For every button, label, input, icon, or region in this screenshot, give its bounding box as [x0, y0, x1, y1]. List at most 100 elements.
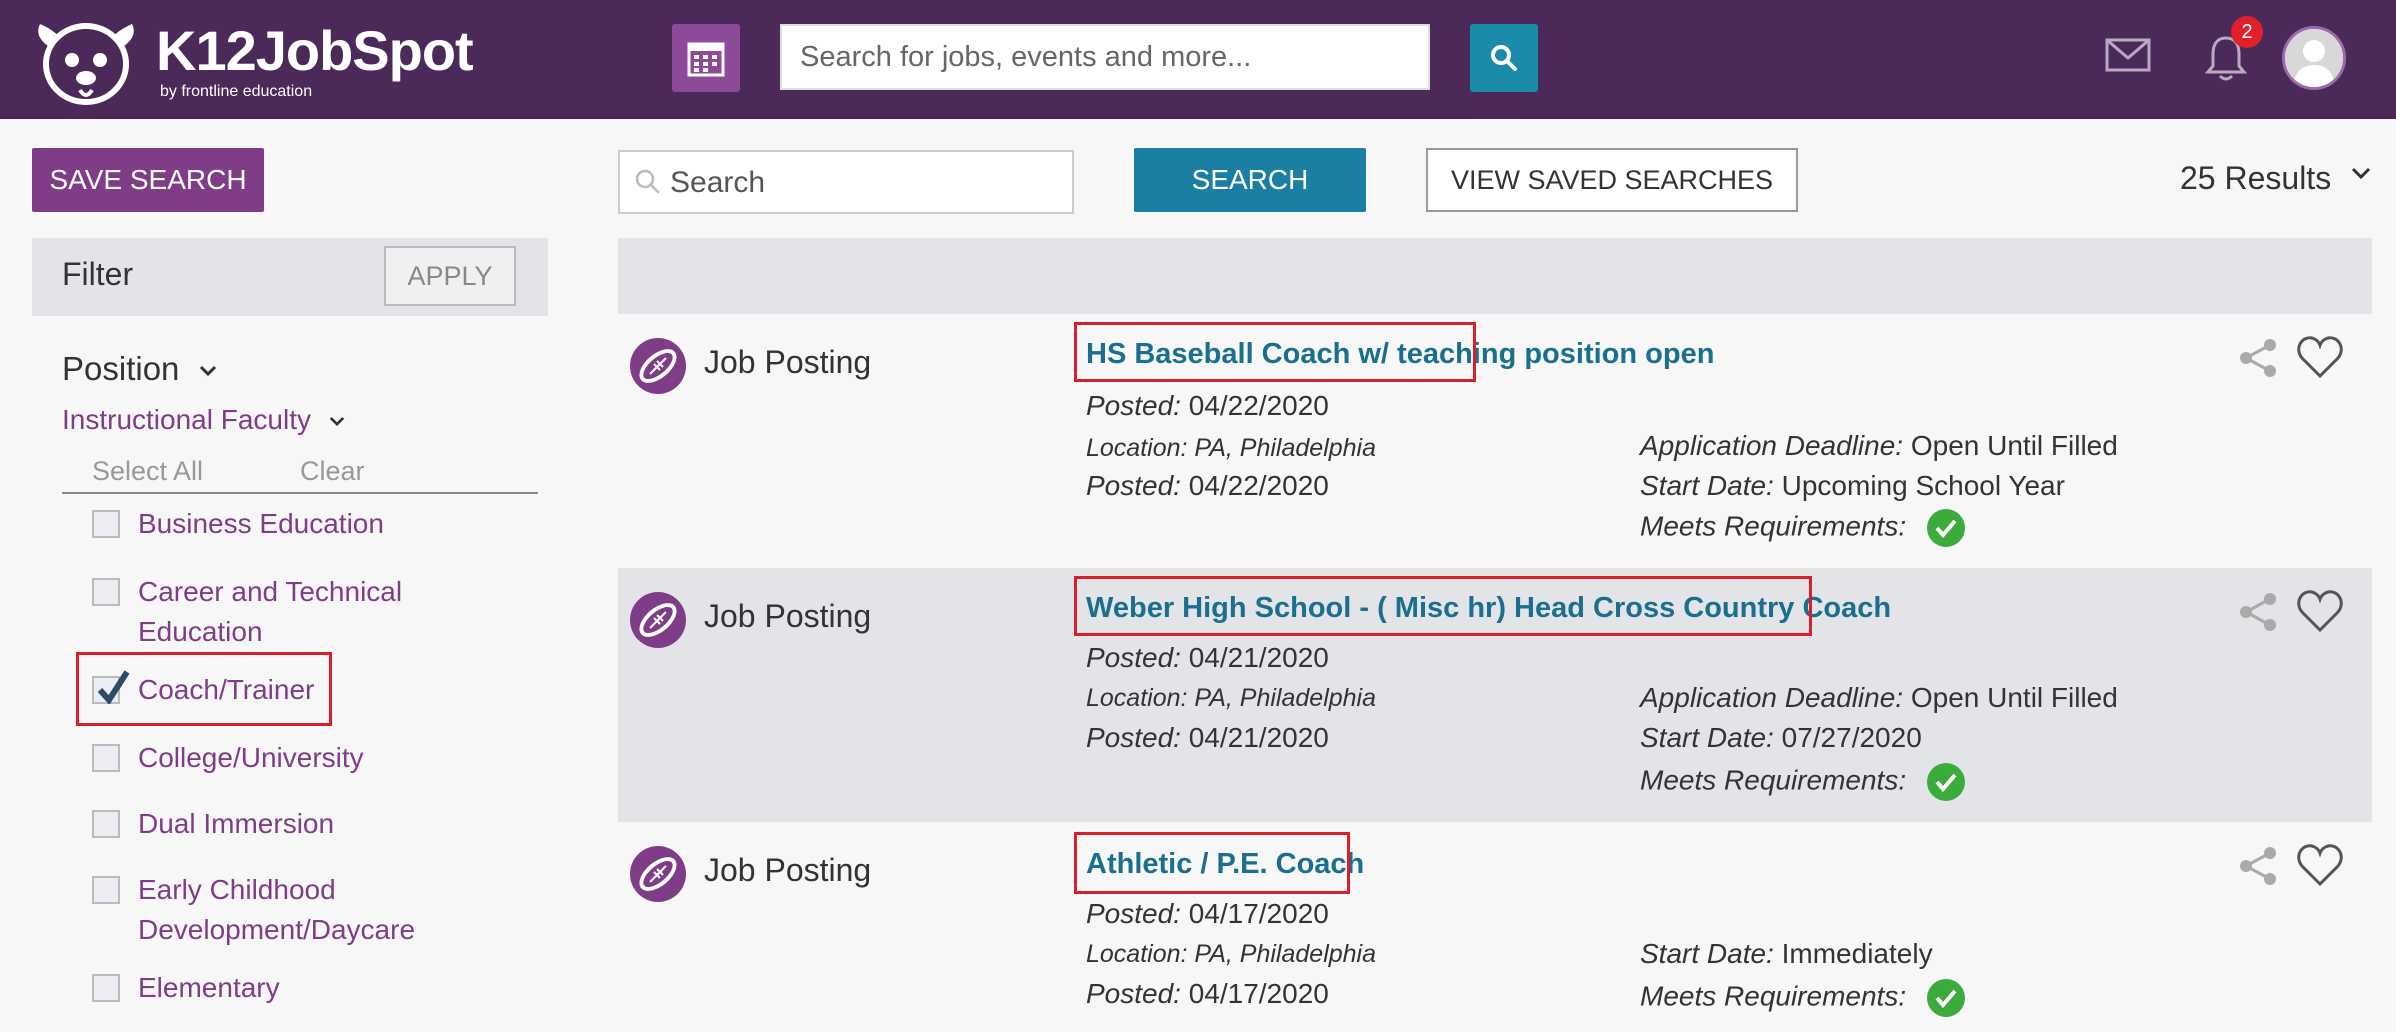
- start-date: Start Date: 07/27/2020: [1640, 722, 1922, 754]
- checkbox[interactable]: [92, 578, 120, 606]
- meets-label: Meets Requirements:: [1640, 510, 1907, 542]
- checkbox[interactable]: [92, 810, 120, 838]
- clear-link[interactable]: Clear: [300, 456, 365, 487]
- check-circle-icon: [1926, 979, 1965, 1017]
- posted-value: 04/17/2020: [1188, 898, 1329, 929]
- location: Location: PA, Philadelphia: [1086, 684, 1377, 712]
- checkbox-label: Dual Immersion: [138, 808, 335, 839]
- posted-value: 04/21/2020: [1188, 642, 1329, 673]
- meets-requirements: Meets Requirements:: [1640, 508, 1966, 548]
- search-icon: [1491, 45, 1517, 71]
- posted-value: 04/21/2020: [1188, 722, 1329, 753]
- filter-title: Filter: [62, 256, 134, 292]
- checkbox-label: Career and Technical Education: [138, 576, 403, 647]
- dog-logo-icon: [38, 23, 134, 105]
- start-date: Start Date: Immediately: [1640, 938, 1933, 970]
- chevron-down-icon: [199, 366, 216, 377]
- top-navbar: K12JobSpot by frontline education Search…: [0, 0, 2396, 119]
- checkbox-elementary[interactable]: Elementary: [92, 972, 280, 1008]
- instructional-faculty-toggle[interactable]: Instructional Faculty: [62, 404, 345, 436]
- apply-filter-button[interactable]: APPLY: [384, 246, 516, 306]
- checkbox[interactable]: [92, 744, 120, 772]
- view-saved-searches-button[interactable]: VIEW SAVED SEARCHES: [1426, 148, 1798, 212]
- posted-date: Posted: 04/17/2020: [1086, 898, 1329, 930]
- posted-date-secondary: Posted: 04/22/2020: [1086, 470, 1329, 502]
- heart-icon[interactable]: [2296, 842, 2344, 888]
- posted-label: Posted:: [1086, 642, 1181, 673]
- heart-icon[interactable]: [2296, 334, 2344, 380]
- meets-requirements: Meets Requirements:: [1640, 978, 1966, 1018]
- check-circle-icon: [1926, 509, 1965, 547]
- highlight-box: [1074, 322, 1476, 382]
- job-type-label: Job Posting: [704, 852, 872, 888]
- brand-logo[interactable]: K12JobSpot by frontline education: [30, 16, 474, 108]
- start-label: Start Date:: [1640, 938, 1774, 969]
- global-search-button[interactable]: [1470, 24, 1538, 92]
- posted-value: 04/22/2020: [1188, 390, 1329, 421]
- results-search-placeholder: Search: [670, 166, 766, 199]
- search-button[interactable]: SEARCH: [1134, 148, 1366, 212]
- posted-label: Posted:: [1086, 390, 1181, 421]
- start-value: Upcoming School Year: [1781, 470, 2065, 501]
- checkbox[interactable]: [92, 876, 120, 904]
- job-row: Job Posting HS Baseball Coach w/ teachin…: [618, 314, 2372, 566]
- posted-value: 04/22/2020: [1188, 470, 1329, 501]
- football-icon: [630, 338, 686, 394]
- filter-header: Filter APPLY: [32, 238, 548, 316]
- share-icon[interactable]: [2236, 844, 2280, 888]
- job-type-label: Job Posting: [704, 598, 872, 634]
- highlight-box: [76, 652, 332, 726]
- checkbox-business-education[interactable]: Business Education: [92, 508, 384, 544]
- user-avatar[interactable]: [2282, 26, 2346, 90]
- select-all-link[interactable]: Select All: [92, 456, 203, 487]
- highlight-box: [1074, 832, 1350, 894]
- football-icon: [630, 592, 686, 648]
- posted-label: Posted:: [1086, 470, 1181, 501]
- checkbox[interactable]: [92, 974, 120, 1002]
- check-circle-icon: [1926, 763, 1965, 801]
- divider: [62, 492, 538, 494]
- location: Location: PA, Philadelphia: [1086, 434, 1377, 462]
- save-search-button[interactable]: SAVE SEARCH: [32, 148, 264, 212]
- share-icon[interactable]: [2236, 336, 2280, 380]
- calendar-button[interactable]: [672, 24, 740, 92]
- meets-requirements: Meets Requirements:: [1640, 762, 1966, 802]
- checkbox-label: College/University: [138, 742, 364, 773]
- posted-value: 04/17/2020: [1188, 978, 1329, 1009]
- heart-icon[interactable]: [2296, 588, 2344, 634]
- brand-subtitle: by frontline education: [160, 83, 313, 100]
- start-label: Start Date:: [1640, 722, 1774, 753]
- search-icon: [635, 169, 660, 194]
- checkbox[interactable]: [92, 510, 120, 538]
- global-search-input[interactable]: Search for jobs, events and more...: [780, 24, 1430, 90]
- brand-title: K12JobSpot: [156, 19, 474, 82]
- checkbox-dual-immersion[interactable]: Dual Immersion: [92, 808, 334, 844]
- results-list-header: [618, 238, 2372, 314]
- football-icon: [630, 846, 686, 902]
- start-value: Immediately: [1781, 938, 1933, 969]
- deadline-value: Open Until Filled: [1910, 682, 2118, 713]
- chevron-down-icon[interactable]: [2350, 166, 2372, 182]
- results-count[interactable]: 25 Results: [2180, 160, 2331, 197]
- meets-label: Meets Requirements:: [1640, 980, 1907, 1012]
- user-icon: [2285, 29, 2343, 87]
- checkbox-label: Early Childhood Development/Daycare: [138, 874, 416, 945]
- posted-date-secondary: Posted: 04/21/2020: [1086, 722, 1329, 754]
- posted-date-secondary: Posted: 04/17/2020: [1086, 978, 1329, 1010]
- posted-date: Posted: 04/21/2020: [1086, 642, 1329, 674]
- results-search-input[interactable]: Search: [618, 150, 1074, 214]
- chevron-down-icon: [329, 417, 344, 427]
- deadline-value: Open Until Filled: [1910, 430, 2118, 461]
- mail-icon[interactable]: [2105, 38, 2151, 72]
- checkbox-early-childhood[interactable]: Early Childhood Development/Daycare: [92, 874, 438, 950]
- application-deadline: Application Deadline: Open Until Filled: [1640, 682, 2118, 714]
- share-icon[interactable]: [2236, 590, 2280, 634]
- start-value: 07/27/2020: [1781, 722, 1922, 753]
- checkbox-college-university[interactable]: College/University: [92, 742, 364, 778]
- job-row: Job Posting Weber High School - ( Misc h…: [618, 568, 2372, 822]
- location: Location: PA, Philadelphia: [1086, 940, 1377, 968]
- checkbox-career-technical-education[interactable]: Career and Technical Education: [92, 576, 438, 652]
- position-filter-toggle[interactable]: Position: [62, 350, 217, 388]
- posted-label: Posted:: [1086, 898, 1181, 929]
- job-type-label: Job Posting: [704, 344, 872, 380]
